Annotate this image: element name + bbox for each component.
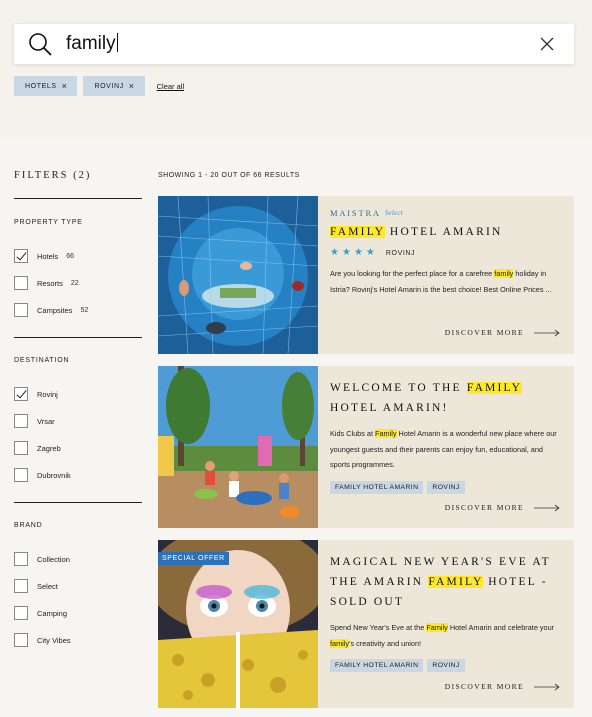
filter-option-select[interactable]: Select [14, 579, 58, 593]
divider [14, 198, 142, 199]
section-title-brand: BRAND [14, 522, 43, 529]
discover-more-link[interactable]: DISCOVER MORE [445, 503, 560, 512]
checkbox[interactable] [14, 468, 28, 482]
special-offer-badge: SPECIAL OFFER [158, 552, 229, 565]
search-input[interactable]: family [66, 33, 118, 55]
chip-label: ROVINJ [94, 82, 124, 90]
card-title[interactable]: MAGICAL NEW YEAR'S EVE AT THE AMARIN FAM… [330, 552, 560, 612]
result-card[interactable]: SPECIAL OFFER MAGICAL NEW YEAR'S EVE AT … [158, 540, 574, 708]
close-icon[interactable] [540, 37, 554, 51]
card-body: MAGICAL NEW YEAR'S EVE AT THE AMARIN FAM… [330, 552, 560, 672]
divider [14, 337, 142, 338]
filter-chip-hotels[interactable]: HOTELS × [14, 76, 78, 96]
checkbox[interactable] [14, 633, 28, 647]
active-filter-chips: HOTELS × ROVINJ × Clear all [14, 76, 184, 96]
clear-all-link[interactable]: Clear all [157, 82, 185, 91]
option-label: Select [37, 581, 58, 591]
chip-label: HOTELS [25, 82, 57, 90]
filter-option-city-vibes[interactable]: City Vibes [14, 633, 71, 647]
search-bar[interactable]: family [14, 24, 574, 64]
tag[interactable]: FAMILY HOTEL AMARIN [330, 480, 424, 494]
tag[interactable]: ROVINJ [427, 659, 465, 672]
checkbox[interactable] [14, 552, 28, 566]
remove-chip-icon[interactable]: × [129, 81, 135, 91]
option-label: Camping [37, 608, 68, 618]
filter-option-camping[interactable]: Camping [14, 606, 67, 620]
option-label: Zagreb [37, 443, 61, 453]
section-title-property-type: PROPERTY TYPE [14, 219, 83, 226]
filter-option-vrsar[interactable]: Vrsar [14, 414, 55, 428]
checkbox[interactable] [14, 387, 28, 401]
filter-option-resorts[interactable]: Resorts 22 [14, 276, 79, 290]
option-label: Vrsar [37, 416, 55, 426]
checkbox[interactable] [14, 303, 28, 317]
section-title-destination: DESTINATION [14, 357, 70, 364]
discover-more-link[interactable]: DISCOVER MORE [445, 682, 560, 691]
filter-option-hotels[interactable]: Hotels 66 [14, 249, 74, 263]
discover-more-link[interactable]: DISCOVER MORE [445, 328, 560, 337]
result-card[interactable]: WELCOME TO THE FAMILY HOTEL AMARIN! Kids… [158, 366, 574, 528]
card-title[interactable]: FAMILY HOTEL AMARIN [330, 222, 560, 242]
results-count: SHOWING 1 - 20 OUT OF 66 RESULTS [158, 172, 300, 179]
star-icon: ★ [330, 247, 339, 258]
card-title[interactable]: WELCOME TO THE FAMILY HOTEL AMARIN! [330, 378, 560, 418]
filter-option-zagreb[interactable]: Zagreb [14, 441, 61, 455]
divider [14, 502, 142, 503]
card-description: Are you looking for the perfect place fo… [330, 269, 552, 294]
arrow-right-icon [534, 504, 560, 511]
option-label: Collection [37, 554, 70, 564]
checkbox[interactable] [14, 249, 28, 263]
checkbox[interactable] [14, 276, 28, 290]
option-count: 66 [66, 252, 75, 260]
arrow-right-icon [534, 683, 560, 690]
card-image-net-playground[interactable] [158, 196, 318, 354]
option-label: Hotels [37, 251, 59, 261]
option-label: City Vibes [37, 635, 71, 645]
card-description: Kids Clubs at Family Hotel Amarin is a w… [330, 429, 557, 469]
card-tags: FAMILY HOTEL AMARIN ROVINJ [330, 480, 560, 494]
filters-title: FILTERS (2) [14, 170, 92, 181]
card-body: WELCOME TO THE FAMILY HOTEL AMARIN! Kids… [330, 378, 560, 494]
arrow-right-icon [534, 329, 560, 336]
filter-option-collection[interactable]: Collection [14, 552, 70, 566]
checkbox[interactable] [14, 414, 28, 428]
tag[interactable]: FAMILY HOTEL AMARIN [330, 659, 424, 672]
remove-chip-icon[interactable]: × [62, 81, 68, 91]
option-count: 52 [80, 306, 89, 314]
search-header: family HOTELS × ROVINJ × Clear all [0, 0, 592, 138]
filter-option-campsites[interactable]: Campsites 52 [14, 303, 88, 317]
card-body: MAISTRA Select FAMILY HOTEL AMARIN ★ ★ ★ … [330, 208, 560, 297]
checkbox[interactable] [14, 606, 28, 620]
card-image-new-years-eve[interactable]: SPECIAL OFFER [158, 540, 318, 708]
star-icon: ★ [341, 247, 351, 258]
star-rating: ★ ★ ★ ★ ROVINJ [330, 248, 560, 258]
filter-option-dubrovnik[interactable]: Dubrovnik [14, 468, 71, 482]
star-icon: ★ [365, 247, 375, 258]
checkbox[interactable] [14, 441, 28, 455]
filter-chip-rovinj[interactable]: ROVINJ × [83, 76, 145, 96]
option-label: Resorts [37, 278, 63, 288]
brand-logo: MAISTRA Select [330, 208, 403, 218]
filter-option-rovinj[interactable]: Rovinj [14, 387, 58, 401]
star-icon: ★ [353, 247, 363, 258]
option-label: Dubrovnik [37, 470, 71, 480]
search-icon[interactable] [28, 32, 52, 56]
card-description: Spend New Year's Eve at the Family Hotel… [330, 623, 555, 648]
text-cursor [116, 33, 118, 52]
card-image-kids-club[interactable] [158, 366, 318, 528]
tag[interactable]: ROVINJ [427, 480, 465, 494]
option-label: Rovinj [37, 389, 58, 399]
location-label: ROVINJ [385, 249, 416, 257]
checkbox[interactable] [14, 579, 28, 593]
card-tags: FAMILY HOTEL AMARIN ROVINJ [330, 659, 560, 672]
result-card[interactable]: MAISTRA Select FAMILY HOTEL AMARIN ★ ★ ★ … [158, 196, 574, 354]
option-count: 22 [70, 279, 79, 287]
option-label: Campsites [37, 305, 73, 315]
